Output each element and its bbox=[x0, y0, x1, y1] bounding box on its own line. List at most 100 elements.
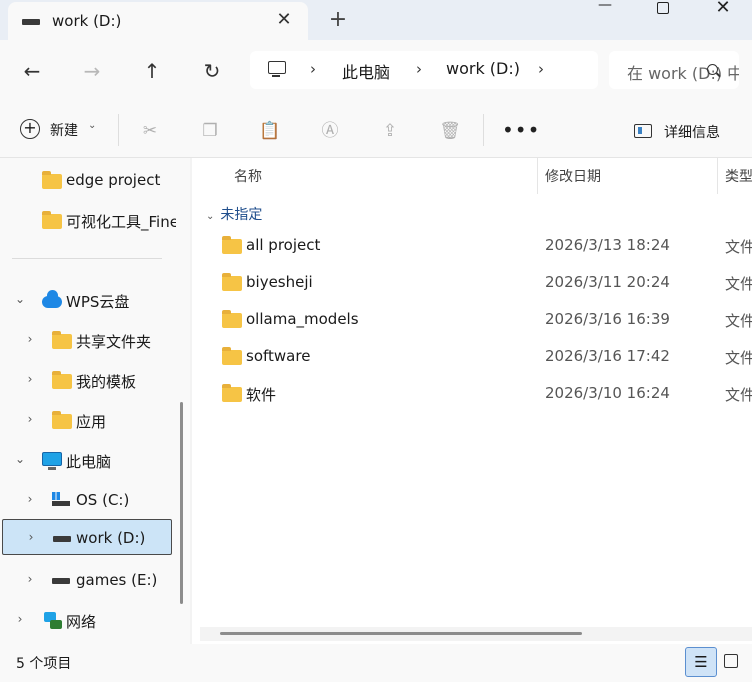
drive-icon bbox=[52, 578, 70, 584]
sidebar-scrollbar[interactable] bbox=[180, 402, 183, 604]
chevron-right-icon[interactable]: › bbox=[310, 60, 316, 78]
table-row[interactable]: all project 2026/3/13 18:24 文件夹 bbox=[192, 227, 752, 264]
search-icon bbox=[707, 64, 718, 75]
sidebar-item-label: 此电脑 bbox=[66, 453, 112, 471]
table-row[interactable]: ollama_models 2026/3/16 16:39 文件夹 bbox=[192, 301, 752, 338]
chevron-right-icon[interactable]: › bbox=[24, 492, 36, 506]
chevron-right-icon[interactable]: › bbox=[416, 60, 422, 78]
file-type: 文件夹 bbox=[725, 386, 752, 404]
refresh-button[interactable]: ↻ bbox=[198, 58, 226, 84]
sidebar-item-edge-project[interactable]: edge project bbox=[0, 162, 176, 198]
new-button[interactable]: + 新建 ⌄ bbox=[14, 114, 106, 146]
chevron-right-icon[interactable]: › bbox=[25, 530, 37, 544]
cut-icon[interactable]: ✂ bbox=[139, 120, 161, 142]
command-bar: + 新建 ⌄ ✂ ❐ 📋 Ⓐ ⇪ 🗑 ••• 详细信息 bbox=[0, 100, 752, 158]
sidebar-item-label: work (D:) bbox=[76, 529, 146, 547]
divider bbox=[118, 114, 119, 146]
sidebar-item-label: WPS云盘 bbox=[66, 293, 130, 311]
sidebar-item-finebi[interactable]: 可视化工具_FineBI bbox=[0, 202, 176, 238]
file-date: 2026/3/11 20:24 bbox=[545, 273, 670, 291]
back-button[interactable]: ← bbox=[18, 58, 46, 84]
sidebar-item-wps-cloud[interactable]: ⌄ WPS云盘 bbox=[0, 282, 176, 318]
divider bbox=[12, 258, 162, 259]
minimize-button[interactable]: — bbox=[582, 0, 628, 20]
navigation-pane: edge project 可视化工具_FineBI ⌄ WPS云盘 › 共享文件… bbox=[0, 158, 190, 644]
file-name: 软件 bbox=[246, 386, 277, 404]
folder-icon bbox=[52, 411, 72, 429]
sidebar-item-apps[interactable]: › 应用 bbox=[0, 402, 176, 438]
forward-button[interactable]: → bbox=[78, 58, 106, 84]
sidebar-item-os-c[interactable]: › OS (C:) bbox=[0, 482, 176, 518]
sidebar-item-games-e[interactable]: › games (E:) bbox=[0, 562, 176, 598]
rename-icon[interactable]: Ⓐ bbox=[319, 120, 341, 142]
column-divider[interactable] bbox=[717, 158, 718, 194]
file-date: 2026/3/13 18:24 bbox=[545, 236, 670, 254]
chevron-right-icon[interactable]: › bbox=[24, 372, 36, 386]
delete-icon[interactable]: 🗑 bbox=[439, 120, 461, 142]
breadcrumb-work-d[interactable]: work (D:) bbox=[446, 59, 520, 78]
chevron-right-icon[interactable]: › bbox=[24, 412, 36, 426]
details-view-button[interactable]: ☰ bbox=[685, 647, 717, 677]
windows-drive-icon bbox=[52, 492, 70, 506]
file-type: 文件夹 bbox=[725, 238, 752, 256]
file-date: 2026/3/16 16:39 bbox=[545, 310, 670, 328]
search-input[interactable]: 在 work (D:) 中搜索 bbox=[609, 51, 739, 89]
sidebar-item-work-d[interactable]: › work (D:) bbox=[2, 519, 172, 555]
file-name: all project bbox=[246, 236, 321, 254]
title-bar: work (D:) ✕ + — ✕ bbox=[0, 0, 752, 40]
column-header-modified[interactable]: 修改日期 bbox=[545, 166, 601, 186]
chevron-right-icon[interactable]: › bbox=[24, 572, 36, 586]
scrollbar-thumb[interactable] bbox=[220, 632, 582, 635]
horizontal-scrollbar[interactable] bbox=[200, 627, 752, 641]
column-divider[interactable] bbox=[537, 158, 538, 194]
column-header-name[interactable]: 名称 bbox=[234, 166, 262, 186]
chevron-right-icon[interactable]: › bbox=[538, 60, 544, 78]
more-options-icon[interactable]: ••• bbox=[502, 118, 540, 142]
group-label: 未指定 bbox=[220, 207, 263, 223]
status-bar: 5 个项目 ☰ bbox=[0, 644, 752, 682]
new-label: 新建 bbox=[50, 123, 78, 139]
file-date: 2026/3/10 16:24 bbox=[545, 384, 670, 402]
table-row[interactable]: software 2026/3/16 17:42 文件夹 bbox=[192, 338, 752, 375]
sidebar-item-label: 共享文件夹 bbox=[76, 333, 152, 351]
paste-icon[interactable]: 📋 bbox=[259, 120, 281, 142]
new-tab-button[interactable]: + bbox=[326, 8, 350, 32]
folder-icon bbox=[222, 347, 242, 365]
folder-icon bbox=[52, 371, 72, 389]
network-icon bbox=[42, 612, 62, 629]
tiles-view-button[interactable] bbox=[724, 654, 738, 668]
close-tab-icon[interactable]: ✕ bbox=[272, 8, 296, 32]
chevron-right-icon[interactable]: › bbox=[14, 612, 26, 626]
breadcrumb-this-pc[interactable]: 此电脑 bbox=[342, 59, 390, 83]
tab-work-d[interactable]: work (D:) ✕ bbox=[8, 2, 308, 40]
sidebar-item-label: OS (C:) bbox=[76, 491, 130, 509]
drive-icon bbox=[22, 19, 40, 25]
item-count: 5 个项目 bbox=[16, 656, 72, 672]
maximize-button[interactable] bbox=[640, 0, 686, 20]
up-button[interactable]: ↑ bbox=[138, 58, 166, 84]
folder-icon bbox=[222, 273, 242, 291]
chevron-down-icon[interactable]: ⌄ bbox=[206, 211, 214, 222]
column-header-type[interactable]: 类型 bbox=[725, 166, 752, 186]
file-name: software bbox=[246, 347, 311, 365]
sidebar-item-shared-folder[interactable]: › 共享文件夹 bbox=[0, 322, 176, 358]
file-type: 文件夹 bbox=[725, 275, 752, 293]
group-header[interactable]: ⌄ 未指定 bbox=[206, 204, 262, 224]
folder-icon bbox=[222, 310, 242, 328]
chevron-down-icon[interactable]: ⌄ bbox=[14, 452, 26, 466]
table-row[interactable]: biyesheji 2026/3/11 20:24 文件夹 bbox=[192, 264, 752, 301]
sidebar-item-network[interactable]: › 网络 bbox=[0, 602, 176, 638]
share-icon[interactable]: ⇪ bbox=[379, 120, 401, 142]
file-list: 名称 修改日期 类型 ⌄ 未指定 all project 2026/3/13 18… bbox=[192, 158, 752, 644]
sidebar-item-my-templates[interactable]: › 我的模板 bbox=[0, 362, 176, 398]
folder-icon bbox=[222, 236, 242, 254]
sidebar-item-this-pc[interactable]: ⌄ 此电脑 bbox=[0, 442, 176, 478]
navigation-bar: ← → ↑ ↻ › 此电脑 › work (D:) › 在 work (D:) … bbox=[0, 40, 752, 100]
chevron-down-icon[interactable]: ⌄ bbox=[14, 292, 26, 306]
close-window-button[interactable]: ✕ bbox=[700, 0, 746, 20]
table-row[interactable]: 软件 2026/3/10 16:24 文件夹 bbox=[192, 375, 752, 412]
address-bar[interactable]: › 此电脑 › work (D:) › bbox=[250, 51, 598, 89]
details-label: 详细信息 bbox=[664, 125, 720, 141]
copy-icon[interactable]: ❐ bbox=[199, 120, 221, 142]
chevron-right-icon[interactable]: › bbox=[24, 332, 36, 346]
